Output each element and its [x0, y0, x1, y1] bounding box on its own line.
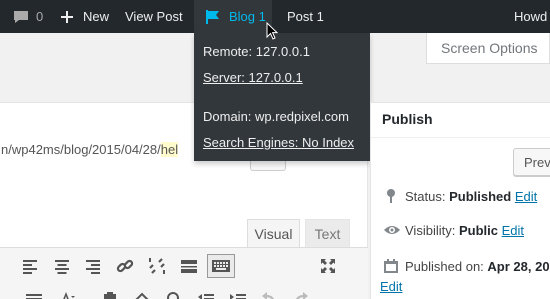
mouse-cursor-icon — [266, 22, 279, 40]
comment-bubble-icon — [14, 11, 28, 23]
blog-dropdown-menu: Remote: 127.0.0.1 Server: 127.0.0.1 Doma… — [194, 33, 370, 161]
visibility-edit-link[interactable]: Edit — [502, 223, 524, 238]
eye-icon — [384, 226, 400, 234]
align-center-icon[interactable] — [52, 256, 72, 276]
clear-formatting-icon[interactable] — [131, 290, 151, 299]
visibility-label: Visibility: — [405, 223, 456, 238]
link-icon[interactable] — [115, 256, 135, 276]
format-lines-icon[interactable] — [24, 290, 44, 299]
undo-icon[interactable] — [260, 290, 280, 299]
publish-panel: Publish Prev Status: Published Edit Visi… — [370, 102, 550, 299]
status-edit-link[interactable]: Edit — [515, 189, 537, 204]
status-label: Status: — [405, 189, 446, 204]
preview-button[interactable]: Prev — [513, 148, 550, 176]
unordered-list-icon[interactable] — [0, 256, 14, 276]
fullscreen-icon[interactable] — [318, 256, 338, 276]
toolbar-toggle-button[interactable] — [207, 254, 235, 278]
remote-ip-text: Remote: 127.0.0.1 — [203, 44, 310, 59]
align-right-icon[interactable] — [83, 256, 103, 276]
tab-text[interactable]: Text — [305, 219, 350, 247]
editor-toolbar — [0, 247, 368, 299]
keyboard-icon — [212, 260, 230, 272]
search-engines-link[interactable]: Search Engines: No Index — [203, 135, 354, 150]
flag-icon — [206, 10, 219, 24]
status-value: Published — [449, 189, 512, 204]
pin-icon — [387, 189, 395, 203]
tab-visual[interactable]: Visual — [247, 219, 300, 247]
indent-icon[interactable] — [228, 290, 248, 299]
divider — [371, 137, 550, 138]
screen-options-tab[interactable]: Screen Options — [426, 33, 550, 64]
published-on-label: Published on: — [405, 259, 484, 274]
permalink-slug[interactable]: hel — [160, 142, 179, 157]
blog-menu[interactable]: Blog 1 — [194, 0, 272, 33]
date-edit-link[interactable]: Edit — [380, 279, 402, 294]
permalink-prefix: n/wp42ms/blog/2015/04/28/ — [1, 142, 161, 157]
preview-label: Prev — [524, 155, 550, 170]
blog-label: Blog 1 — [229, 9, 266, 24]
text-color-icon[interactable] — [56, 290, 76, 299]
permalink[interactable]: n/wp42ms/blog/2015/04/28/hel — [1, 142, 179, 157]
screen-options-label: Screen Options — [441, 40, 538, 56]
calendar-icon — [384, 259, 398, 273]
horizontal-line-icon[interactable] — [0, 290, 14, 299]
view-post-link[interactable]: View Post — [125, 0, 183, 33]
domain-text: Domain: wp.redpixel.com — [203, 109, 349, 124]
published-on-value: Apr 28, 20 — [487, 259, 550, 274]
special-character-icon[interactable] — [163, 290, 183, 299]
outdent-icon[interactable] — [196, 290, 216, 299]
unlink-icon[interactable] — [147, 256, 167, 276]
plus-icon — [61, 11, 73, 23]
read-more-icon[interactable] — [179, 256, 199, 276]
howdy-menu[interactable]: Howd — [514, 0, 547, 33]
paste-text-icon[interactable] — [100, 290, 120, 299]
server-ip-link[interactable]: Server: 127.0.0.1 — [203, 70, 303, 85]
publish-title: Publish — [382, 111, 433, 127]
redo-icon[interactable] — [290, 290, 310, 299]
post-menu[interactable]: Post 1 — [287, 0, 324, 33]
visibility-value: Public — [458, 223, 498, 238]
comments-count: 0 — [36, 9, 44, 24]
align-left-icon[interactable] — [20, 256, 40, 276]
new-label: New — [83, 9, 110, 24]
